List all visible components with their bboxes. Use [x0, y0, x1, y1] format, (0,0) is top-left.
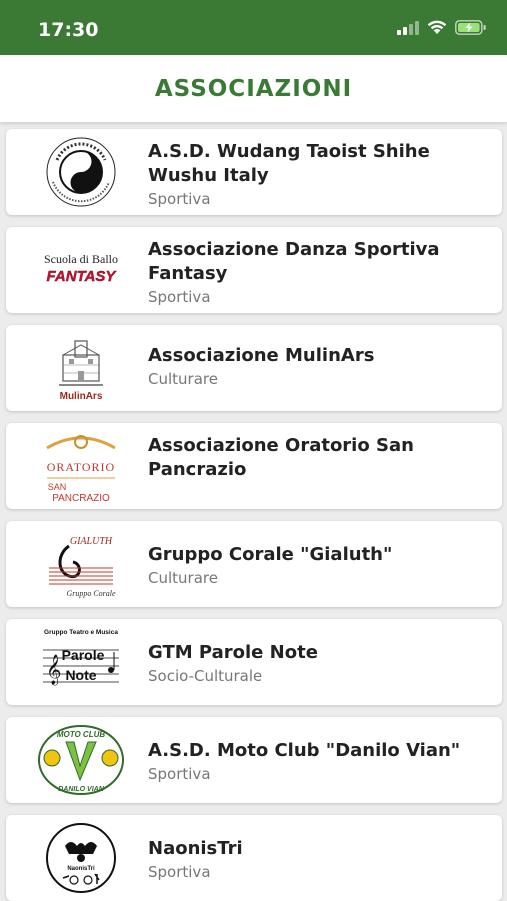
association-logo: MulinArs [36, 328, 126, 408]
logo-text: GIALUTH [70, 536, 113, 547]
status-icons [397, 20, 487, 35]
association-card[interactable]: MOTO CLUB DANILO VIAN A.S.D. Moto Club "… [6, 717, 502, 803]
association-logo: MOTO CLUB DANILO VIAN [36, 720, 126, 800]
association-type: Socio-Culturale [148, 667, 263, 685]
logo-text: Scuola di Ballo [44, 252, 118, 266]
parole-note-logo: Gruppo Teatro e Musica 𝄞 Parole Note [43, 629, 119, 686]
mulinars-logo: MulinArs [59, 340, 103, 402]
association-type: Sportiva [148, 288, 211, 306]
association-logo: NaonisTri [36, 818, 126, 898]
association-type: Sportiva [148, 765, 211, 783]
page-header: ASSOCIAZIONI [0, 55, 507, 123]
association-name: Associazione Oratorio San Pancrazio [148, 435, 414, 480]
association-name: Associazione MulinArs [148, 345, 375, 366]
svg-text:𝄞: 𝄞 [46, 654, 61, 686]
association-logo [36, 132, 126, 212]
logo-text: DANILO VIAN [58, 786, 104, 793]
logo-text: NaonisTri [67, 866, 95, 872]
gialuth-logo: GIALUTH Gruppo Corale [49, 536, 116, 598]
fantasy-logo: Scuola di Ballo FANTASY [44, 252, 118, 285]
association-name: GTM Parole Note [148, 642, 318, 663]
yin-yang-logo [46, 137, 116, 207]
logo-text: ORATORIO [47, 460, 115, 474]
association-type: Culturare [148, 569, 218, 587]
association-type: Culturare [148, 370, 218, 388]
association-name: A.S.D. Moto Club "Danilo Vian" [148, 740, 461, 761]
battery-charging-icon [455, 20, 486, 35]
association-card[interactable]: NaonisTri NaonisTri Sportiva [6, 815, 502, 901]
association-type: Sportiva [148, 190, 211, 208]
association-name: A.S.D. Wudang Taoist Shihe Wushu Italy [148, 141, 430, 186]
association-type: Sportiva [148, 863, 211, 881]
logo-text: Parole [62, 647, 105, 663]
oratorio-logo: ORATORIO SAN PANCRAZIO [46, 435, 116, 504]
logo-text: PANCRAZIO [52, 493, 110, 504]
status-time: 17:30 [38, 19, 99, 41]
association-name: Associazione Danza Sportiva Fantasy [148, 239, 440, 284]
association-name: Gruppo Corale "Gialuth" [148, 544, 393, 565]
association-card[interactable]: ORATORIO SAN PANCRAZIO Associazione Orat… [6, 423, 502, 509]
logo-text: Gruppo Teatro e Musica [44, 629, 118, 636]
association-name: NaonisTri [148, 838, 243, 859]
association-logo: Gruppo Teatro e Musica 𝄞 Parole Note [36, 622, 126, 702]
naonistri-logo: NaonisTri [46, 823, 116, 893]
association-logo: ORATORIO SAN PANCRAZIO [36, 426, 126, 506]
status-bar: 17:30 [0, 0, 507, 55]
wifi-icon [427, 20, 447, 34]
page-title: ASSOCIAZIONI [154, 75, 353, 102]
association-card[interactable]: Gruppo Teatro e Musica 𝄞 Parole Note GTM… [6, 619, 502, 705]
association-card[interactable]: Scuola di Ballo FANTASY Associazione Dan… [6, 227, 502, 313]
logo-text: SAN [48, 482, 67, 492]
association-card[interactable]: MulinArs Associazione MulinArs Culturare [6, 325, 502, 411]
association-card[interactable]: A.S.D. Wudang Taoist Shihe Wushu Italy S… [6, 129, 502, 215]
association-logo: GIALUTH Gruppo Corale [36, 524, 126, 604]
association-logo: Scuola di Ballo FANTASY [36, 230, 126, 310]
moto-club-logo: MOTO CLUB DANILO VIAN [38, 725, 124, 795]
logo-text: MulinArs [60, 391, 103, 402]
logo-text: Note [65, 667, 96, 683]
logo-text: FANTASY [47, 268, 118, 285]
logo-text: Gruppo Corale [66, 589, 116, 598]
logo-text: MOTO CLUB [57, 730, 106, 739]
signal-icon [397, 20, 419, 35]
association-card[interactable]: GIALUTH Gruppo Corale Gruppo Corale "Gia… [6, 521, 502, 607]
